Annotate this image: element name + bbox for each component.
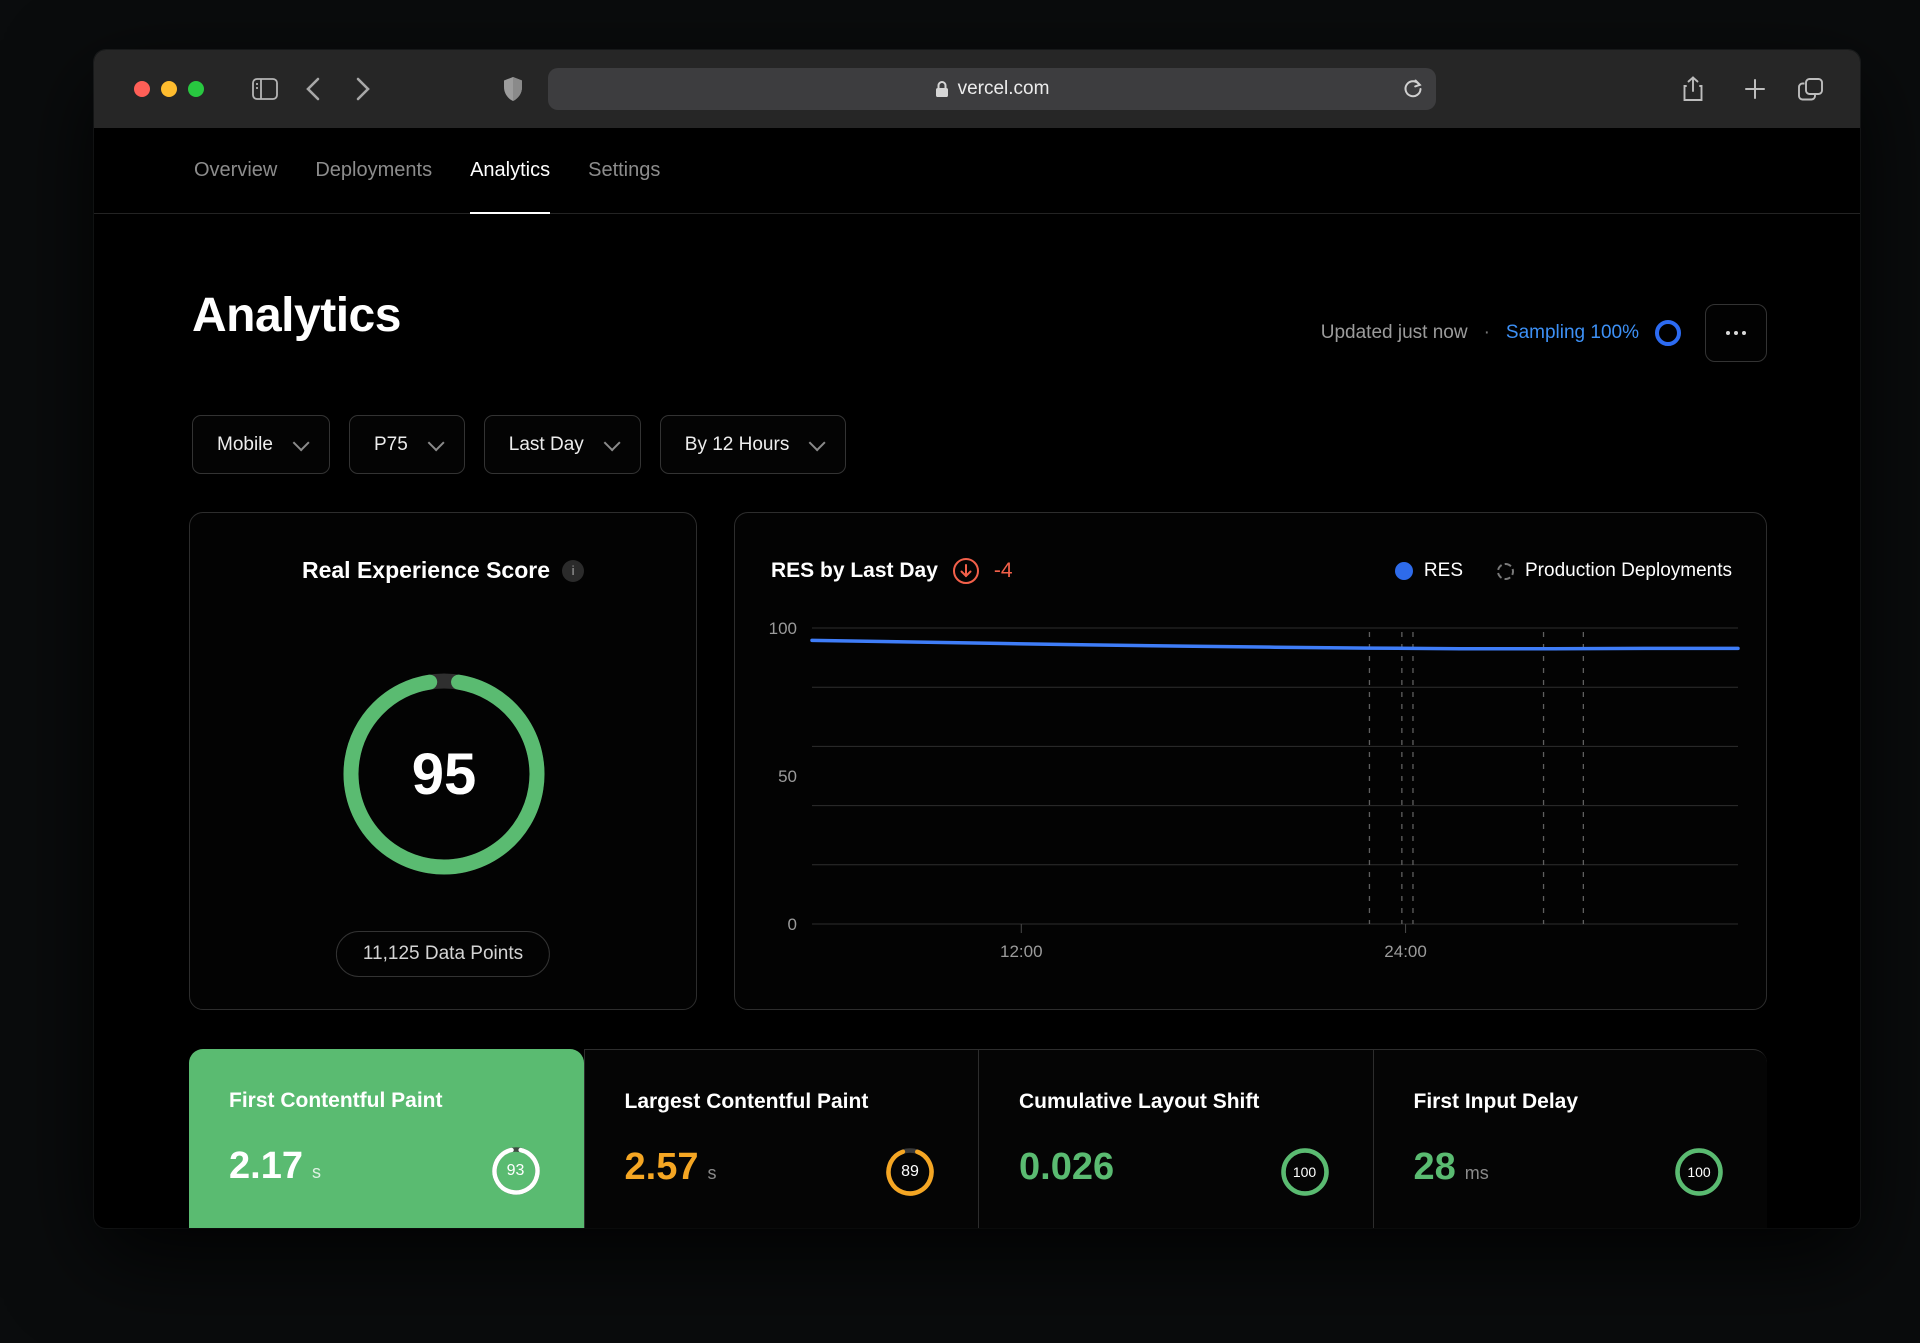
browser-chrome: vercel.com — [94, 50, 1860, 128]
meta-separator: · — [1483, 322, 1490, 343]
percentile-filter-dropdown[interactable]: P75 — [348, 415, 465, 474]
url-text: vercel.com — [957, 78, 1050, 99]
lcp-value: 2.57 — [624, 1146, 699, 1188]
trend-down-icon — [952, 558, 979, 584]
web-vitals-row: First Contentful Paint 2.17 s 93 Largest… — [189, 1049, 1767, 1228]
res-score-gauge: 95 — [339, 669, 549, 879]
cls-score-ring: 100 — [1279, 1146, 1331, 1198]
shield-icon[interactable] — [502, 76, 524, 102]
deployment-dashed-circle-icon — [1497, 562, 1514, 580]
sidebar-toggle-icon[interactable] — [252, 78, 278, 100]
fcp-unit: s — [311, 1162, 321, 1182]
tab-analytics[interactable]: Analytics — [470, 128, 551, 214]
site-nav: Overview Deployments Analytics Settings — [94, 128, 1860, 214]
lcp-unit: s — [707, 1163, 717, 1183]
res-score-value: 95 — [411, 741, 477, 807]
traffic-lights — [134, 81, 204, 97]
svg-text:50: 50 — [778, 767, 797, 786]
res-card-title: Real Experience Score — [301, 557, 551, 583]
page-title: Analytics — [192, 289, 401, 342]
svg-text:0: 0 — [788, 915, 797, 934]
chevron-down-icon — [292, 433, 310, 451]
filter-row: Mobile P75 Last Day By 12 Hours — [192, 415, 847, 474]
legend-production-deployments[interactable]: Production Deployments — [1497, 560, 1732, 582]
metric-card-lcp[interactable]: Largest Contentful Paint 2.57 s 89 — [583, 1049, 978, 1228]
close-window-button[interactable] — [134, 81, 150, 97]
svg-text:24:00: 24:00 — [1384, 942, 1427, 961]
tab-overview-icon[interactable] — [1798, 77, 1824, 101]
lcp-score-ring: 89 — [884, 1146, 936, 1198]
forward-icon[interactable] — [356, 77, 370, 101]
reload-icon[interactable] — [1402, 78, 1424, 100]
tab-overview[interactable]: Overview — [194, 128, 277, 213]
legend-res[interactable]: RES — [1394, 560, 1463, 582]
res-dot-icon — [1394, 562, 1413, 580]
more-options-button[interactable] — [1705, 304, 1767, 362]
res-score-card: Real Experience Score i 95 11,125 Data P… — [189, 512, 697, 1010]
chevron-down-icon — [603, 433, 621, 451]
fid-unit: ms — [1464, 1163, 1489, 1183]
device-filter-dropdown[interactable]: Mobile — [192, 415, 330, 474]
res-chart-card: RES by Last Day -4 RES Production Deploy… — [734, 512, 1767, 1010]
chevron-down-icon — [427, 433, 445, 451]
timerange-filter-dropdown[interactable]: Last Day — [483, 415, 641, 474]
lock-icon — [935, 81, 948, 97]
minimize-window-button[interactable] — [161, 81, 177, 97]
interval-filter-dropdown[interactable]: By 12 Hours — [659, 415, 847, 474]
svg-text:100: 100 — [769, 619, 797, 638]
svg-text:12:00: 12:00 — [1000, 942, 1043, 961]
new-tab-icon[interactable] — [1744, 78, 1766, 100]
page-meta: Updated just now · Sampling 100% — [1321, 303, 1767, 363]
fcp-score-ring: 93 — [490, 1145, 542, 1197]
tab-settings[interactable]: Settings — [588, 128, 660, 213]
chevron-down-icon — [808, 433, 826, 451]
chart-legend: RES Production Deployments — [1394, 560, 1732, 582]
chart-delta: -4 — [993, 559, 1013, 582]
zoom-window-button[interactable] — [188, 81, 204, 97]
metric-card-fcp[interactable]: First Contentful Paint 2.17 s 93 — [189, 1049, 584, 1228]
browser-window: vercel.com Overview Deployments Analytic… — [94, 50, 1860, 1228]
tab-deployments[interactable]: Deployments — [315, 128, 432, 213]
back-icon[interactable] — [306, 77, 320, 101]
metric-card-cls[interactable]: Cumulative Layout Shift 0.026 100 — [978, 1049, 1373, 1228]
res-line-chart[interactable]: 100 50 0 12:00 24:00 — [735, 603, 1768, 993]
fid-score-ring: 100 — [1673, 1146, 1725, 1198]
updated-status: Updated just now — [1320, 322, 1468, 343]
fcp-value: 2.17 — [229, 1145, 303, 1187]
metric-card-fid[interactable]: First Input Delay 28 ms 100 — [1372, 1049, 1767, 1228]
share-icon[interactable] — [1682, 76, 1704, 102]
chart-title: RES by Last Day — [771, 559, 938, 582]
data-points-badge: 11,125 Data Points — [335, 931, 551, 977]
info-icon[interactable]: i — [562, 559, 585, 582]
fid-value: 28 — [1413, 1146, 1456, 1188]
cls-value: 0.026 — [1019, 1146, 1115, 1188]
address-bar[interactable]: vercel.com — [548, 68, 1436, 110]
sampling-ring-icon — [1655, 320, 1681, 346]
sampling-link[interactable]: Sampling 100% — [1506, 322, 1639, 344]
